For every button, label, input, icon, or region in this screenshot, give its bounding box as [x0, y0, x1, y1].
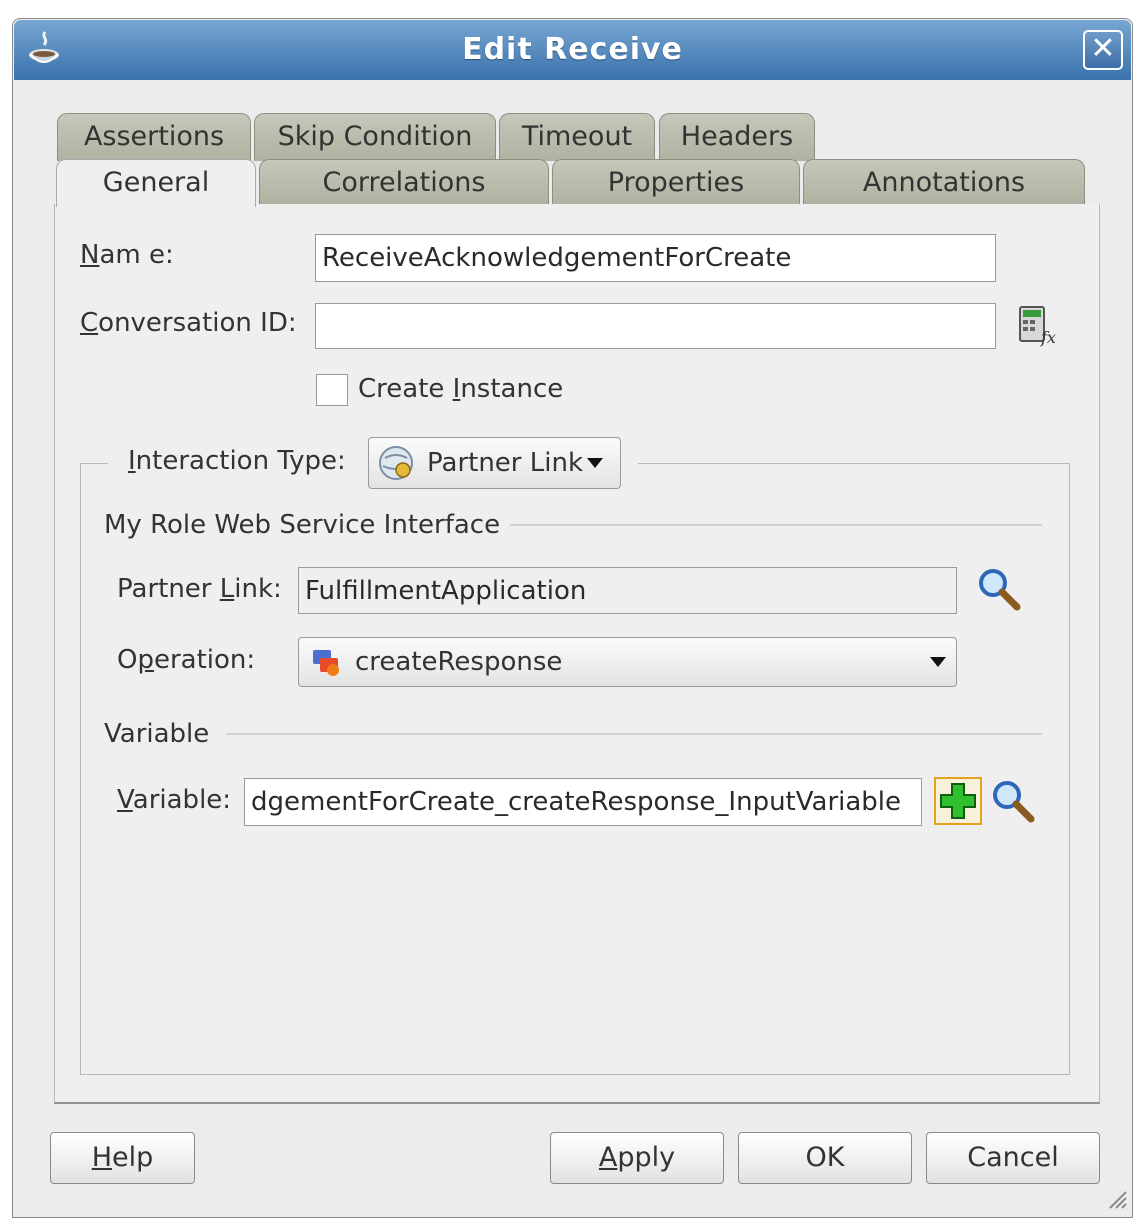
- variable-input[interactable]: dgementForCreate_createResponse_InputVar…: [244, 778, 922, 826]
- chevron-down-icon: [587, 458, 603, 468]
- create-instance-label: Create Instance: [358, 374, 564, 404]
- partner-link-label: Partner Link:: [117, 574, 282, 604]
- conversation-id-input[interactable]: [315, 303, 996, 349]
- operation-value: createResponse: [355, 647, 563, 677]
- variable-label: Variable:: [117, 785, 232, 815]
- operation-dropdown[interactable]: createResponse: [298, 637, 957, 687]
- tab-correlations[interactable]: Correlations: [259, 159, 549, 205]
- partner-link-input[interactable]: FulfillmentApplication: [298, 567, 957, 614]
- role-section-title: My Role Web Service Interface: [104, 510, 501, 540]
- tab-headers[interactable]: Headers: [659, 113, 815, 161]
- tab-timeout[interactable]: Timeout: [499, 113, 655, 161]
- tab-skip-condition[interactable]: Skip Condition: [254, 113, 496, 161]
- partner-link-globe-icon: [377, 444, 415, 482]
- tab-annotations[interactable]: Annotations: [803, 159, 1085, 205]
- create-instance-checkbox[interactable]: [316, 374, 348, 406]
- operation-label: Operation:: [117, 645, 256, 675]
- ok-button[interactable]: OK: [738, 1132, 912, 1184]
- tab-general[interactable]: General: [56, 159, 256, 207]
- interaction-type-value: Partner Link: [427, 448, 583, 478]
- tab-properties[interactable]: Properties: [552, 159, 800, 205]
- interaction-type-label: Interaction Type:: [128, 446, 346, 476]
- resize-grip-icon[interactable]: [1104, 1186, 1128, 1210]
- name-input[interactable]: ReceiveAcknowledgementForCreate: [315, 234, 996, 282]
- close-icon: ✕: [1090, 31, 1116, 66]
- help-button[interactable]: Help: [50, 1132, 195, 1184]
- variable-section-title: Variable: [104, 719, 210, 749]
- dialog-title: Edit Receive: [462, 32, 683, 67]
- close-button[interactable]: ✕: [1083, 30, 1123, 70]
- variable-section-separator: [226, 733, 1042, 735]
- create-variable-button[interactable]: [934, 777, 982, 825]
- cancel-button[interactable]: Cancel: [926, 1132, 1100, 1184]
- add-plus-icon: [940, 783, 976, 819]
- name-label: Nam e:: [80, 240, 174, 270]
- interaction-group-box: [80, 463, 1070, 1075]
- operation-icon: [311, 646, 343, 678]
- tab-assertions[interactable]: Assertions: [57, 113, 251, 161]
- search-icon[interactable]: [976, 566, 1022, 612]
- expression-builder-icon[interactable]: fx: [1016, 305, 1060, 347]
- chevron-down-icon: [930, 657, 946, 667]
- search-icon[interactable]: [990, 778, 1036, 824]
- interaction-type-dropdown[interactable]: Partner Link: [368, 437, 621, 489]
- role-section-separator: [510, 524, 1042, 526]
- svg-text:fx: fx: [1040, 328, 1056, 347]
- apply-button[interactable]: Apply: [550, 1132, 724, 1184]
- conversation-id-label: Conversation ID:: [80, 308, 297, 338]
